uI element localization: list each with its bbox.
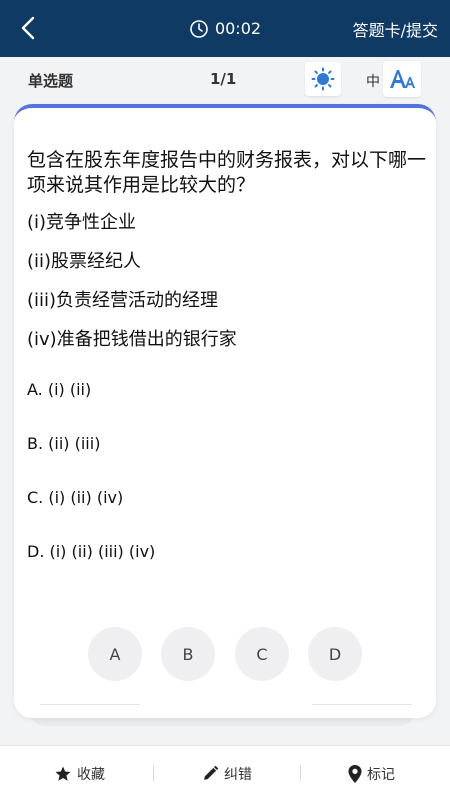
star-icon <box>55 766 71 781</box>
statement-item: (ii)股票经纪人 <box>27 251 142 272</box>
answer-card-submit-button[interactable]: 答题卡/提交 <box>353 0 438 57</box>
choice-button-c[interactable]: C <box>235 627 289 681</box>
question-progress: 1/1 <box>210 70 237 88</box>
timer-text: 00:02 <box>214 19 262 38</box>
statement-item: (iv)准备把钱借出的银行家 <box>27 329 237 350</box>
brightness-toggle-button[interactable] <box>305 62 341 96</box>
back-button[interactable] <box>14 14 42 42</box>
favorite-label: 收藏 <box>77 766 105 783</box>
option-d[interactable]: D. (i) (ii) (iii) (iv) <box>27 542 155 561</box>
choice-button-b[interactable]: B <box>161 627 215 681</box>
statement-item: (i)竞争性企业 <box>27 212 137 233</box>
question-type: 单选题 <box>28 72 74 90</box>
font-size-button[interactable] <box>383 61 421 97</box>
bottom-bar: 收藏 纠错 标记 <box>0 745 450 800</box>
option-a[interactable]: A. (i) (ii) <box>27 380 91 399</box>
correction-button[interactable]: 纠错 <box>202 746 252 800</box>
question-stem: 包含在股东年度报告中的财务报表，对以下哪一项来说其作用是比较大的？ <box>27 149 427 196</box>
favorite-button[interactable]: 收藏 <box>54 746 105 800</box>
top-bar: 00:02 答题卡/提交 <box>0 0 450 57</box>
chevron-left-icon <box>21 16 35 40</box>
question-card: 包含在股东年度报告中的财务报表，对以下哪一项来说其作用是比较大的？ (i)竞争性… <box>14 104 436 718</box>
clock-icon <box>190 19 208 38</box>
option-c[interactable]: C. (i) (ii) (iv) <box>27 488 123 507</box>
separator <box>300 765 301 781</box>
location-pin-icon <box>348 764 362 783</box>
divider <box>40 704 140 705</box>
option-b[interactable]: B. (ii) (iii) <box>27 434 100 453</box>
choice-button-d[interactable]: D <box>308 627 362 681</box>
font-size-label: 中 <box>366 74 380 90</box>
correction-label: 纠错 <box>224 766 252 783</box>
divider <box>312 704 412 705</box>
separator <box>153 765 154 781</box>
mark-button[interactable]: 标记 <box>348 746 395 800</box>
pencil-icon <box>204 765 219 780</box>
statement-item: (iii)负责经营活动的经理 <box>27 290 219 311</box>
mark-label: 标记 <box>367 766 395 783</box>
font-size-icon <box>390 70 415 88</box>
choice-button-a[interactable]: A <box>88 627 142 681</box>
sun-icon <box>311 67 335 91</box>
